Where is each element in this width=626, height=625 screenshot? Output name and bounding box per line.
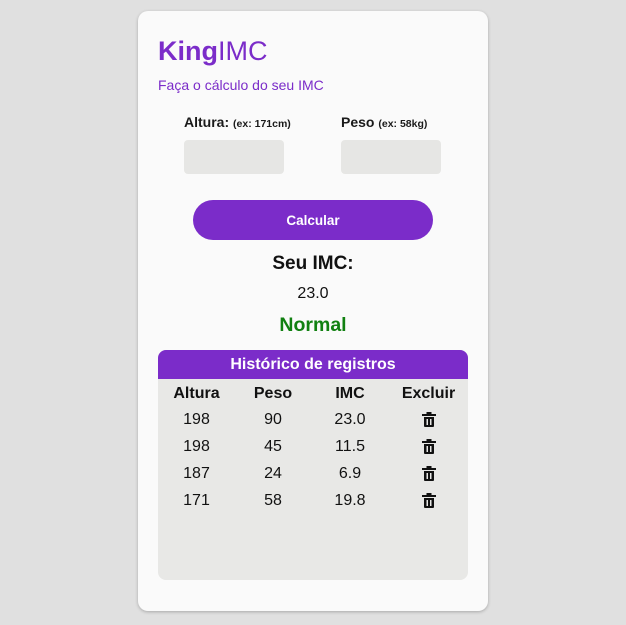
weight-hint: (ex: 58kg) — [378, 118, 428, 130]
brand-light: IMC — [218, 36, 268, 66]
page-subtitle: Faça o cálculo do seu IMC — [158, 77, 324, 93]
table-row: 198 45 11.5 — [158, 433, 468, 460]
trash-icon[interactable] — [421, 411, 436, 427]
column-header-imc: IMC — [335, 384, 365, 402]
history-table: Altura Peso IMC Excluir 198 90 23.0 198 … — [158, 381, 468, 514]
height-label-group: Altura: (ex: 171cm) — [184, 114, 291, 130]
trash-icon[interactable] — [421, 492, 436, 508]
height-label: Altura: — [184, 114, 230, 130]
cell-imc: 19.8 — [334, 491, 366, 509]
cell-altura: 198 — [183, 410, 210, 428]
cell-imc: 23.0 — [334, 410, 366, 428]
trash-icon[interactable] — [421, 438, 436, 454]
height-input[interactable] — [184, 140, 284, 174]
cell-altura: 187 — [183, 464, 210, 482]
cell-peso: 45 — [264, 437, 282, 455]
result-value: 23.0 — [297, 285, 329, 302]
table-row: 187 24 6.9 — [158, 460, 468, 487]
cell-peso: 90 — [264, 410, 282, 428]
trash-icon[interactable] — [421, 465, 436, 481]
history-title: Histórico de registros — [158, 350, 468, 379]
cell-excluir — [389, 460, 468, 487]
result-status: Normal — [279, 314, 347, 336]
cell-altura: 171 — [183, 491, 210, 509]
column-header-altura: Altura — [173, 384, 220, 402]
cell-imc: 11.5 — [335, 437, 365, 455]
history-panel: Histórico de registros Altura Peso IMC E… — [158, 350, 468, 580]
result-title: Seu IMC: — [272, 253, 354, 274]
brand-bold: King — [158, 36, 218, 66]
cell-altura: 198 — [183, 437, 210, 455]
cell-imc: 6.9 — [338, 464, 362, 482]
table-row: 171 58 19.8 — [158, 487, 468, 514]
height-hint: (ex: 171cm) — [233, 118, 291, 130]
column-header-excluir: Excluir — [401, 384, 456, 402]
imc-card: KingIMC Faça o cálculo do seu IMC Altura… — [138, 11, 488, 611]
column-header-peso: Peso — [253, 384, 293, 402]
table-header-row: Altura Peso IMC Excluir — [158, 381, 468, 406]
cell-peso: 24 — [264, 464, 282, 482]
cell-peso: 58 — [264, 491, 282, 509]
weight-input[interactable] — [341, 140, 441, 174]
calculate-button[interactable]: Calcular — [193, 200, 433, 240]
cell-excluir — [389, 433, 468, 460]
weight-label-group: Peso (ex: 58kg) — [341, 114, 427, 130]
cell-excluir — [389, 406, 468, 433]
cell-excluir — [389, 487, 468, 514]
weight-label: Peso — [341, 114, 375, 130]
table-row: 198 90 23.0 — [158, 406, 468, 433]
app-logo: KingIMC — [158, 38, 268, 65]
